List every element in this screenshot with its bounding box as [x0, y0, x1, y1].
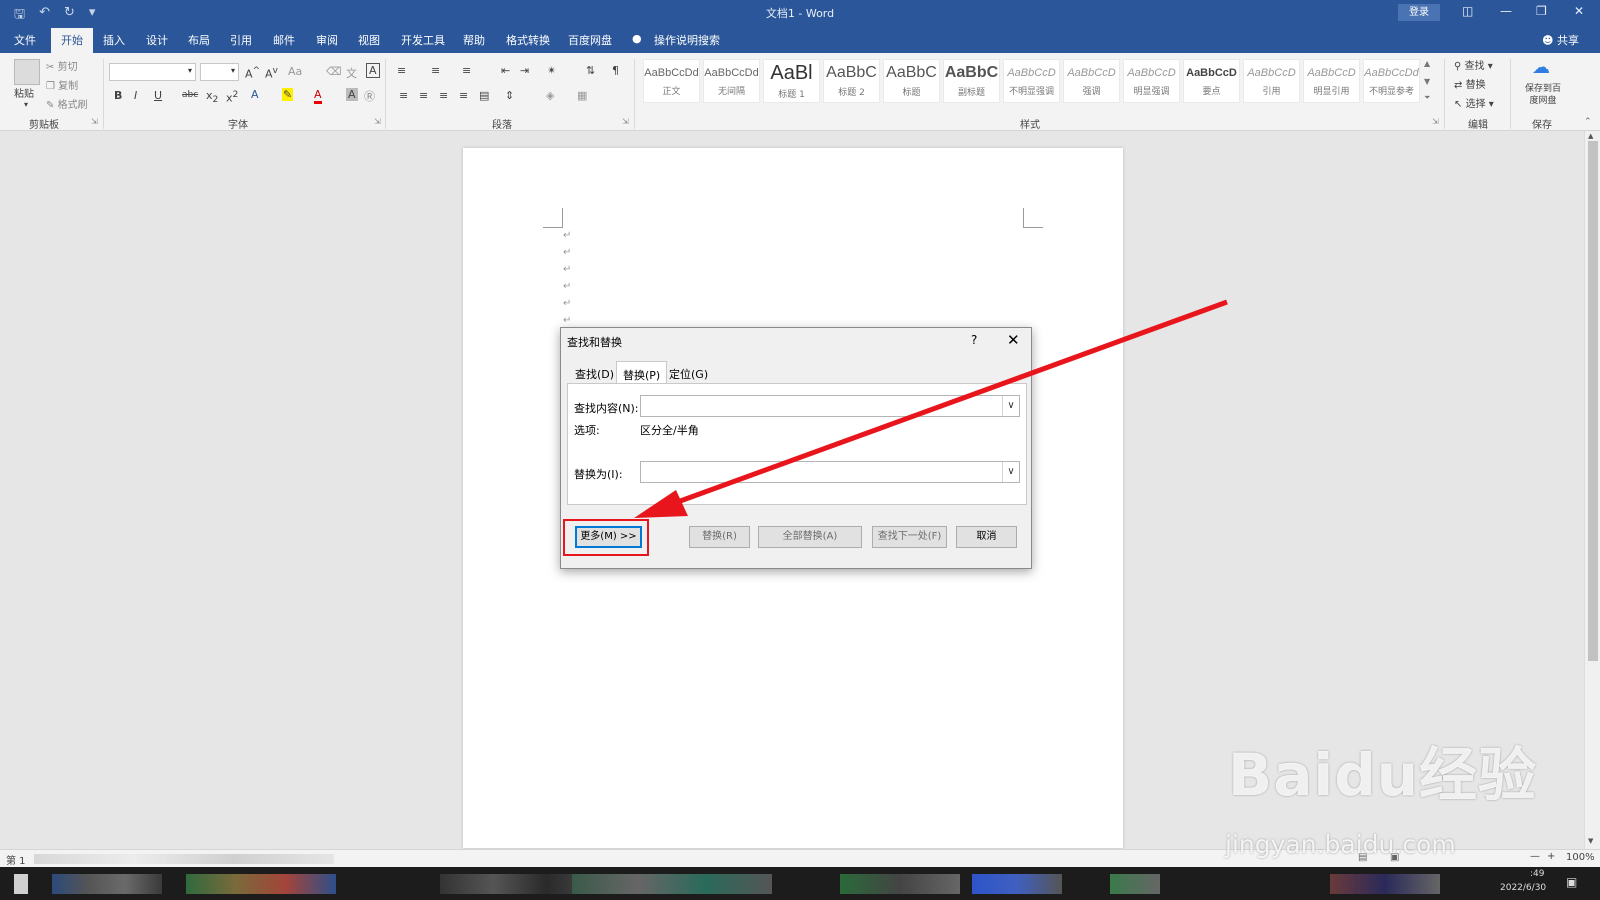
zoom-in-icon[interactable]: + [1547, 851, 1555, 862]
watermark-brand: Baidu经验 [1228, 741, 1538, 809]
status-info-blurred [34, 854, 334, 864]
notification-icon[interactable]: ▣ [1566, 875, 1577, 889]
start-button[interactable] [14, 874, 28, 894]
zoom-level[interactable]: 100% [1566, 852, 1595, 863]
taskbar-apps-blurred [186, 874, 336, 894]
taskbar-apps-blurred [52, 874, 162, 894]
taskbar-apps-blurred [1110, 874, 1160, 894]
watermark-url: jingyan.baidu.com [1225, 830, 1456, 859]
zoom-out-icon[interactable]: — [1530, 851, 1540, 862]
taskbar-apps-blurred [840, 874, 960, 894]
clock-date[interactable]: 2022/6/30 [1500, 883, 1546, 893]
baidu-jingyan-watermark: Baidu经验 jingyan.baidu.com [1225, 728, 1538, 859]
taskbar-apps-blurred [572, 874, 772, 894]
taskbar: :49 2022/6/30 ▣ [0, 867, 1600, 900]
clock-time[interactable]: :49 [1530, 869, 1544, 879]
tray-icons-blurred [1330, 874, 1440, 894]
page-indicator[interactable]: 第 1 [6, 852, 26, 867]
annotation-arrow-head [634, 490, 688, 518]
annotation-arrow-shaft [671, 299, 1228, 507]
taskbar-apps-blurred [972, 874, 1062, 894]
